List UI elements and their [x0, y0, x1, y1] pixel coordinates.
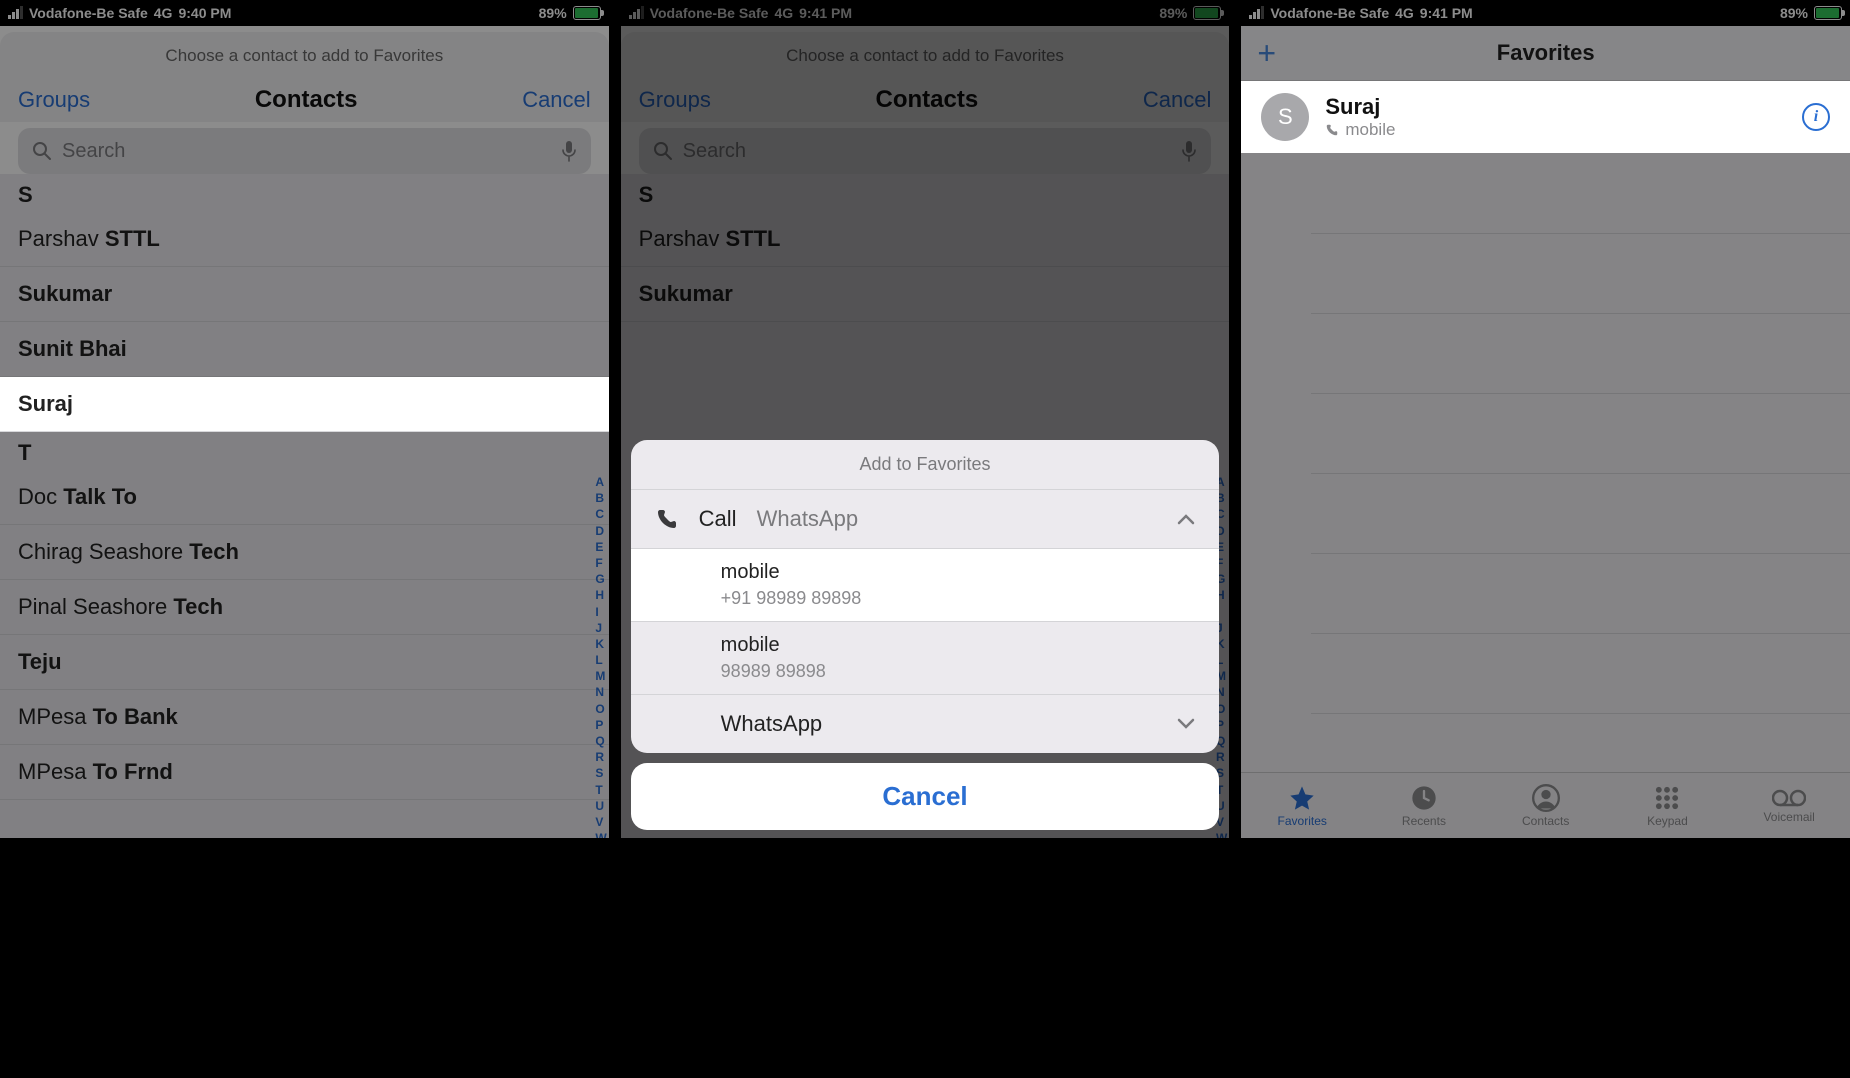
star-icon — [1288, 784, 1316, 812]
status-bar: Vodafone-Be Safe 4G 9:41 PM 89% — [1241, 0, 1850, 26]
favorite-name: Suraj — [1325, 94, 1786, 120]
screen-contacts-list: Vodafone-Be Safe 4G 9:40 PM 89% Choose a… — [0, 0, 609, 838]
screen-add-favorites-sheet: Vodafone-Be Safe 4G 9:41 PM 89% Choose a… — [621, 0, 1230, 838]
clock-icon — [1410, 784, 1438, 812]
keypad-icon — [1653, 784, 1681, 812]
whatsapp-text: WhatsApp — [721, 711, 823, 737]
tab-contacts[interactable]: Contacts — [1485, 773, 1607, 838]
carrier-label: Vodafone-Be Safe — [29, 5, 148, 21]
favorite-row[interactable]: S Suraj mobile i — [1241, 81, 1850, 153]
avatar: S — [1261, 93, 1309, 141]
cancel-button[interactable]: Cancel — [522, 87, 590, 113]
search-input[interactable]: Search — [18, 128, 591, 174]
contact-row[interactable]: Teju — [0, 635, 609, 690]
sheet-prompt: Choose a contact to add to Favorites — [0, 32, 609, 76]
network-tech: 4G — [154, 5, 173, 21]
phone-small-icon — [1325, 123, 1339, 137]
battery-icon — [573, 6, 601, 20]
favorites-empty-area — [1241, 153, 1850, 772]
contact-row[interactable]: Sukumar — [0, 267, 609, 322]
favorites-header: + Favorites — [1241, 26, 1850, 81]
clock-label: 9:41 PM — [1420, 5, 1473, 21]
contact-row[interactable]: Chirag Seashore Tech — [0, 525, 609, 580]
cancel-sheet-button[interactable]: Cancel — [631, 763, 1220, 830]
carrier-label: Vodafone-Be Safe — [1270, 5, 1389, 21]
favorite-subtext: mobile — [1325, 120, 1786, 140]
search-placeholder: Search — [62, 140, 551, 163]
clock-label: 9:40 PM — [178, 5, 231, 21]
sheet-title: Add to Favorites — [631, 440, 1220, 489]
tab-recents[interactable]: Recents — [1363, 773, 1485, 838]
add-favorite-button[interactable]: + — [1257, 37, 1276, 69]
page-title: Favorites — [1497, 40, 1595, 66]
tab-favorites[interactable]: Favorites — [1241, 773, 1363, 838]
tab-label: Recents — [1402, 814, 1446, 828]
section-header: T — [0, 432, 609, 470]
contact-row[interactable]: MPesa To Frnd — [0, 745, 609, 800]
groups-button[interactable]: Groups — [18, 87, 90, 113]
contact-row[interactable]: Sunit Bhai — [0, 322, 609, 377]
search-icon — [32, 141, 52, 161]
voicemail-icon — [1772, 788, 1806, 808]
tab-label: Contacts — [1522, 814, 1569, 828]
number-option[interactable]: mobile 98989 89898 — [631, 621, 1220, 694]
number-type: mobile — [721, 634, 1196, 657]
number-value: +91 98989 89898 — [721, 588, 1196, 609]
favorite-text: Suraj mobile — [1325, 94, 1786, 140]
mic-icon[interactable] — [561, 140, 577, 162]
screen-favorites: Vodafone-Be Safe 4G 9:41 PM 89% + Favori… — [1241, 0, 1850, 838]
network-tech: 4G — [1395, 5, 1414, 21]
call-label: Call — [699, 506, 737, 532]
action-sheet: Add to Favorites Call WhatsApp mobile +91… — [631, 440, 1220, 830]
contact-row[interactable]: Doc Talk To — [0, 470, 609, 525]
tab-bar: Favorites Recents Contacts Keypad — [1241, 772, 1850, 838]
number-option[interactable]: mobile +91 98989 89898 — [631, 548, 1220, 621]
tab-label: Voicemail — [1763, 810, 1814, 824]
contacts-title: Contacts — [255, 86, 358, 114]
info-icon[interactable]: i — [1802, 103, 1830, 131]
tab-voicemail[interactable]: Voicemail — [1728, 773, 1850, 838]
chevron-up-icon — [1177, 513, 1195, 525]
nav-row: Groups Contacts Cancel — [0, 76, 609, 122]
number-type: mobile — [721, 561, 1196, 584]
contact-row[interactable]: Pinal Seashore Tech — [0, 580, 609, 635]
number-value: 98989 89898 — [721, 661, 1196, 682]
contacts-list[interactable]: SParshav STTLSukumarSunit BhaiSurajTDoc … — [0, 174, 609, 838]
call-option-row[interactable]: Call WhatsApp — [631, 489, 1220, 548]
contact-row[interactable]: Suraj — [0, 377, 609, 432]
person-icon — [1532, 784, 1560, 812]
whatsapp-label: WhatsApp — [757, 506, 859, 532]
chevron-down-icon — [1177, 718, 1195, 730]
battery-icon — [1814, 6, 1842, 20]
battery-percent: 89% — [539, 5, 567, 21]
signal-icon — [8, 7, 23, 19]
favorite-type: mobile — [1345, 120, 1395, 140]
battery-percent: 89% — [1780, 5, 1808, 21]
sheet-options-card: Add to Favorites Call WhatsApp mobile +91… — [631, 440, 1220, 753]
status-bar: Vodafone-Be Safe 4G 9:40 PM 89% — [0, 0, 609, 26]
contact-row[interactable]: MPesa To Bank — [0, 690, 609, 745]
section-header: S — [0, 174, 609, 212]
phone-icon — [655, 507, 679, 531]
tab-label: Favorites — [1278, 814, 1327, 828]
tab-label: Keypad — [1647, 814, 1688, 828]
whatsapp-row[interactable]: WhatsApp — [631, 694, 1220, 753]
alpha-index[interactable]: ABCDEFGHIJKLMNOPQRSTUVWXYZ# — [595, 474, 606, 838]
contact-row[interactable]: Parshav STTL — [0, 212, 609, 267]
tab-keypad[interactable]: Keypad — [1607, 773, 1729, 838]
signal-icon — [1249, 7, 1264, 19]
